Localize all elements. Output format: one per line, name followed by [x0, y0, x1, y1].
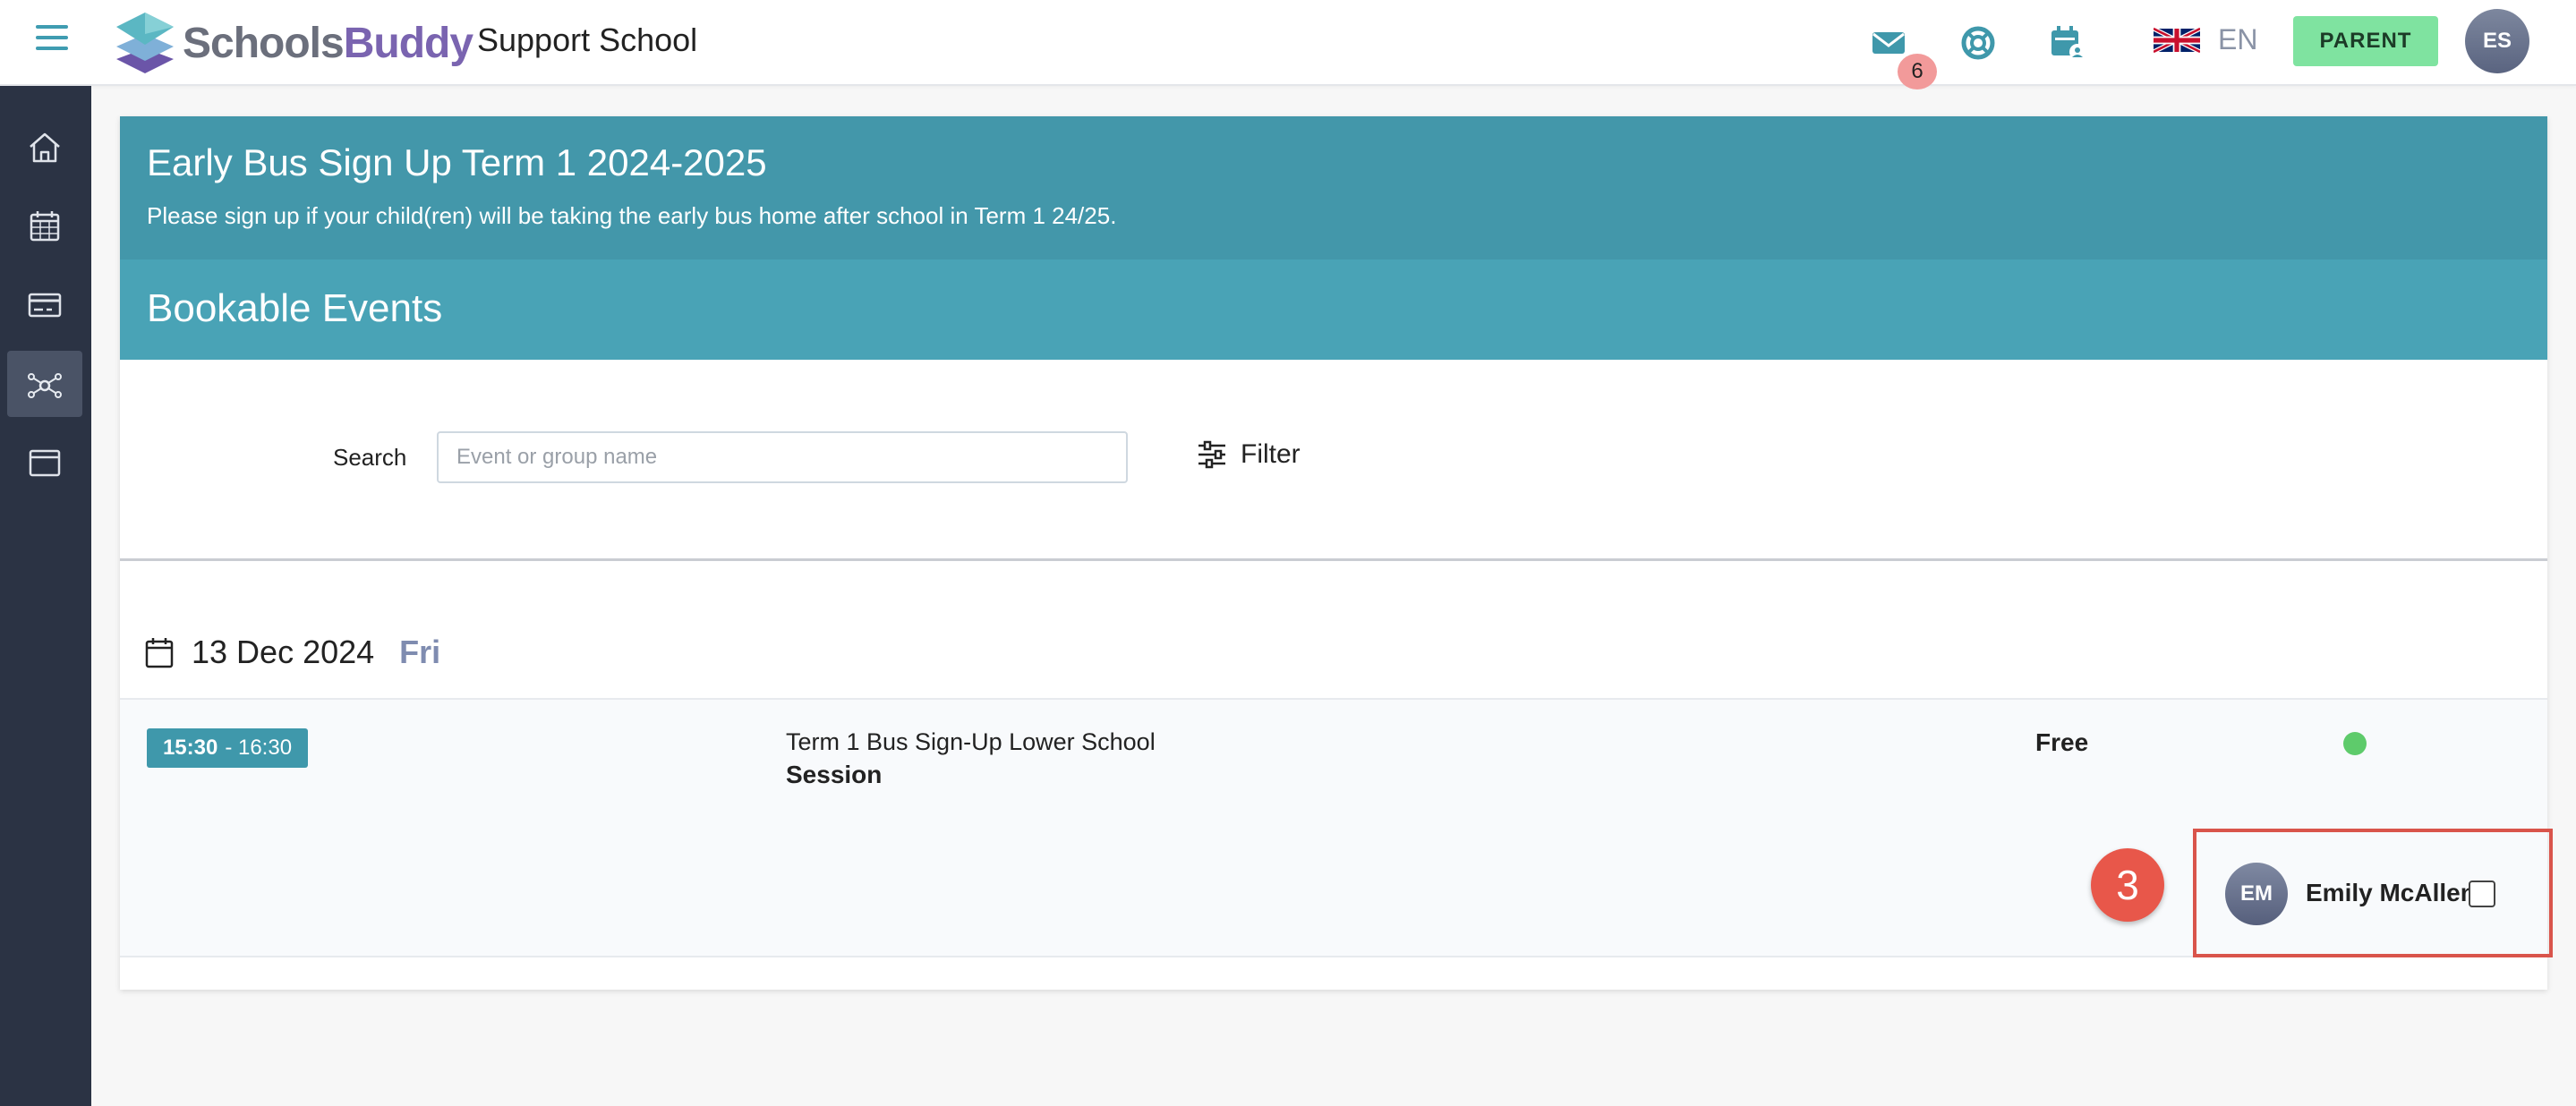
event-time-badge: 15:30 - 16:30 — [147, 728, 308, 768]
section-title: Bookable Events — [147, 286, 443, 330]
event-end-time: - 16:30 — [225, 736, 293, 760]
uk-flag-icon[interactable] — [2154, 27, 2200, 54]
window-icon — [29, 449, 61, 477]
banner-title: Early Bus Sign Up Term 1 2024-2025 — [147, 141, 767, 183]
messages-count-badge[interactable]: 6 — [1898, 54, 1937, 89]
event-date: 13 Dec 2024 — [192, 634, 375, 670]
event-start-time: 15:30 — [162, 736, 218, 760]
event-weekday: Fri — [399, 634, 441, 670]
filter-label: Filter — [1241, 439, 1301, 469]
calendar-user-icon[interactable] — [2048, 23, 2087, 63]
event-name: Term 1 Bus Sign-Up Lower School — [786, 728, 1156, 755]
home-icon — [30, 132, 60, 163]
divider — [120, 558, 2547, 561]
sidebar-item-activities[interactable] — [7, 351, 82, 417]
banner-description: Please sign up if your child(ren) will b… — [147, 202, 1117, 229]
section-header: Bookable Events — [120, 259, 2547, 360]
sidebar — [0, 86, 91, 1106]
payment-card-icon — [28, 293, 62, 318]
sidebar-item-calendar[interactable] — [7, 193, 82, 259]
logo-text-buddy: Buddy — [343, 19, 473, 67]
sidebar-item-home[interactable] — [7, 115, 82, 181]
sidebar-item-window[interactable] — [7, 430, 82, 496]
child-signup-checkbox[interactable] — [2469, 881, 2495, 907]
user-avatar[interactable]: ES — [2465, 9, 2529, 73]
lifebuoy-support-icon[interactable] — [1958, 23, 1998, 63]
sliders-filter-icon — [1198, 440, 1225, 469]
event-price: Free — [2035, 728, 2089, 756]
event-banner: Early Bus Sign Up Term 1 2024-2025 Pleas… — [120, 116, 2547, 259]
event-date-heading: 13 Dec 2024 Fri — [145, 634, 440, 671]
bookable-events-card: Early Bus Sign Up Term 1 2024-2025 Pleas… — [120, 116, 2553, 990]
event-row: 15:30 - 16:30 Term 1 Bus Sign-Up Lower S… — [120, 698, 2553, 957]
hamburger-menu-icon[interactable] — [36, 23, 72, 55]
school-name: Support School — [477, 21, 698, 58]
child-name: Emily McAllen — [2306, 879, 2476, 906]
logo-layers-icon — [116, 13, 174, 73]
top-bar: SchoolsBuddy Support School 6 EN PARENT … — [0, 0, 2576, 89]
calendar-icon — [30, 211, 60, 242]
event-type: Session — [786, 761, 883, 788]
envelope-icon[interactable] — [1869, 23, 1908, 63]
step-number-marker: 3 — [2091, 848, 2164, 922]
calendar-icon — [145, 638, 174, 668]
network-icon — [28, 373, 62, 398]
search-input[interactable] — [437, 431, 1128, 483]
filter-button[interactable]: Filter — [1196, 438, 1301, 471]
parent-role-button[interactable]: PARENT — [2293, 16, 2438, 66]
logo-text-schools: Schools — [183, 19, 345, 67]
search-label: Search — [333, 444, 407, 471]
sidebar-item-payments[interactable] — [7, 272, 82, 338]
availability-status-dot — [2343, 732, 2367, 755]
language-selector[interactable]: EN — [2218, 23, 2257, 56]
schoolsbuddy-logo[interactable]: SchoolsBuddy — [115, 7, 473, 79]
child-avatar: EM — [2225, 863, 2288, 925]
